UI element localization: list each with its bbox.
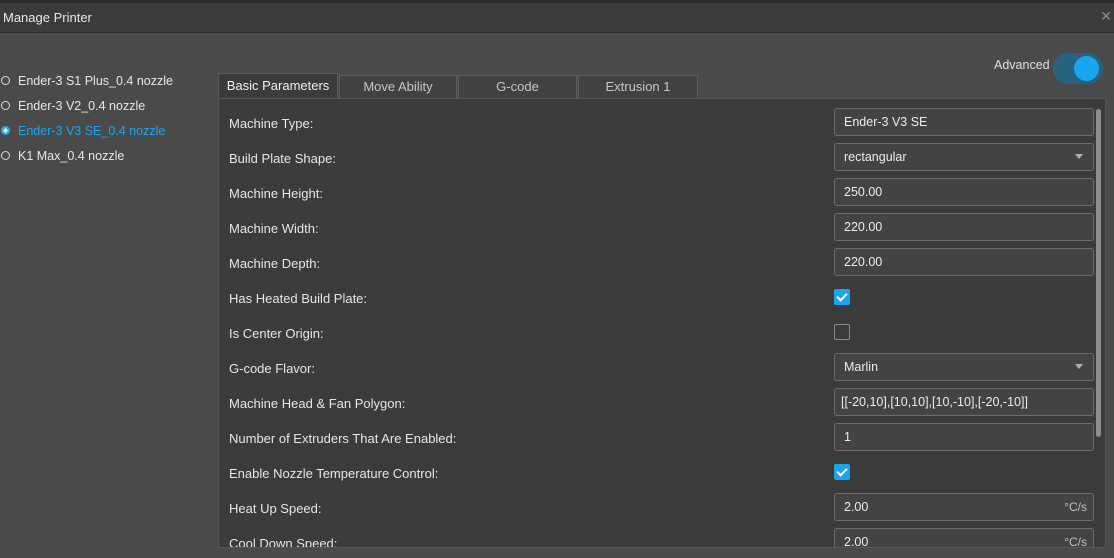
tab-move-ability[interactable]: Move Ability [339, 75, 457, 99]
dropdown-arrow-icon [1075, 364, 1083, 369]
heat-up-speed-unit: °C/s [1064, 500, 1087, 514]
heat-up-speed-input[interactable]: 2.00 °C/s [834, 493, 1094, 521]
nozzle-temp-control-label: Enable Nozzle Temperature Control: [229, 466, 439, 481]
advanced-toggle[interactable] [1053, 53, 1103, 84]
head-fan-polygon-input[interactable]: [[-20,10],[10,10],[10,-10],[-20,-10]] [834, 388, 1094, 416]
tab-g-code[interactable]: G-code [458, 75, 577, 99]
param-row-cool-down-speed: Cool Down Speed: 2.00 °C/s [219, 527, 1094, 548]
machine-depth-label: Machine Depth: [229, 256, 321, 271]
machine-width-value: 220.00 [844, 220, 883, 234]
param-row-gcode-flavor: G-code Flavor: Marlin [219, 352, 1094, 387]
machine-height-input[interactable]: 250.00 [834, 178, 1094, 206]
gcode-flavor-label: G-code Flavor: [229, 361, 315, 376]
printer-list: Ender-3 S1 Plus_0.4 nozzle Ender-3 V2_0.… [0, 70, 210, 170]
printer-item-ender3-v2[interactable]: Ender-3 V2_0.4 nozzle [0, 95, 210, 120]
radio-icon [1, 151, 10, 160]
heat-up-speed-label: Heat Up Speed: [229, 501, 322, 516]
heat-up-speed-value: 2.00 [844, 500, 869, 514]
gcode-flavor-value: Marlin [844, 360, 879, 374]
gcode-flavor-select[interactable]: Marlin [834, 353, 1094, 381]
radio-selected-icon [1, 126, 10, 135]
param-row-head-fan-polygon: Machine Head & Fan Polygon: [[-20,10],[1… [219, 387, 1094, 422]
printer-label: Ender-3 V3 SE_0.4 nozzle [18, 124, 166, 138]
machine-type-input[interactable]: Ender-3 V3 SE [834, 108, 1094, 136]
machine-depth-value: 220.00 [844, 255, 883, 269]
param-row-center-origin: Is Center Origin: [219, 317, 1089, 352]
cool-down-speed-input[interactable]: 2.00 °C/s [834, 528, 1094, 548]
toggle-knob [1074, 56, 1099, 81]
machine-height-label: Machine Height: [229, 186, 323, 201]
machine-type-label: Machine Type: [229, 116, 314, 131]
param-row-machine-height: Machine Height: 250.00 [219, 177, 1094, 212]
cool-down-speed-label: Cool Down Speed: [229, 536, 338, 548]
printer-label: Ender-3 S1 Plus_0.4 nozzle [18, 74, 173, 88]
cool-down-speed-value: 2.00 [844, 535, 869, 548]
center-origin-checkbox[interactable] [834, 324, 850, 340]
param-row-nozzle-temp-control: Enable Nozzle Temperature Control: [219, 457, 1089, 492]
printer-item-ender3-s1-plus[interactable]: Ender-3 S1 Plus_0.4 nozzle [0, 70, 210, 95]
machine-width-input[interactable]: 220.00 [834, 213, 1094, 241]
param-row-machine-width: Machine Width: 220.00 [219, 212, 1094, 247]
build-plate-shape-value: rectangular [844, 150, 907, 164]
advanced-label: Advanced [994, 58, 1050, 72]
printer-item-k1-max[interactable]: K1 Max_0.4 nozzle [0, 145, 210, 170]
close-icon[interactable]: ✕ [1100, 8, 1112, 25]
printer-label: Ender-3 V2_0.4 nozzle [18, 99, 146, 113]
extruders-enabled-value: 1 [844, 430, 851, 444]
machine-type-value: Ender-3 V3 SE [844, 115, 928, 129]
param-row-heat-up-speed: Heat Up Speed: 2.00 °C/s [219, 492, 1094, 527]
param-row-extruders-enabled: Number of Extruders That Are Enabled: 1 [219, 422, 1094, 457]
heated-build-plate-checkbox[interactable] [834, 289, 850, 305]
param-row-machine-depth: Machine Depth: 220.00 [219, 247, 1094, 282]
center-origin-label: Is Center Origin: [229, 326, 324, 341]
vertical-scrollbar[interactable] [1096, 109, 1101, 437]
window-title: Manage Printer [3, 10, 92, 25]
tab-basic-parameters[interactable]: Basic Parameters [218, 73, 338, 99]
parameters-panel: Machine Type: Ender-3 V3 SE Build Plate … [218, 98, 1106, 548]
radio-icon [1, 76, 10, 85]
machine-height-value: 250.00 [844, 185, 883, 199]
extruders-enabled-label: Number of Extruders That Are Enabled: [229, 431, 457, 446]
machine-depth-input[interactable]: 220.00 [834, 248, 1094, 276]
head-fan-polygon-value: [[-20,10],[10,10],[10,-10],[-20,-10]] [841, 395, 1028, 409]
head-fan-polygon-label: Machine Head & Fan Polygon: [229, 396, 406, 411]
machine-width-label: Machine Width: [229, 221, 319, 236]
cool-down-speed-unit: °C/s [1064, 535, 1087, 548]
printer-label: K1 Max_0.4 nozzle [18, 149, 125, 163]
radio-icon [1, 101, 10, 110]
nozzle-temp-control-checkbox[interactable] [834, 464, 850, 480]
title-bar: Manage Printer ✕ [0, 3, 1114, 33]
extruders-enabled-input[interactable]: 1 [834, 423, 1094, 451]
tab-extrusion-1[interactable]: Extrusion 1 [578, 75, 698, 99]
build-plate-shape-label: Build Plate Shape: [229, 151, 336, 166]
param-row-heated-build-plate: Has Heated Build Plate: [219, 282, 1089, 317]
dropdown-arrow-icon [1075, 154, 1083, 159]
heated-build-plate-label: Has Heated Build Plate: [229, 291, 368, 306]
build-plate-shape-select[interactable]: rectangular [834, 143, 1094, 171]
param-row-machine-type: Machine Type: Ender-3 V3 SE [219, 107, 1094, 142]
param-row-build-plate-shape: Build Plate Shape: rectangular [219, 142, 1094, 177]
printer-item-ender3-v3-se[interactable]: Ender-3 V3 SE_0.4 nozzle [0, 120, 210, 145]
